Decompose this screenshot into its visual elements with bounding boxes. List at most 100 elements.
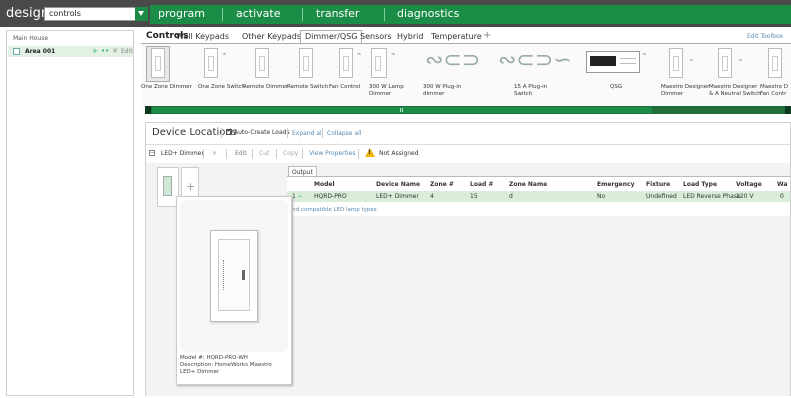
divider [358,149,359,159]
add-icon[interactable]: + [92,47,98,55]
controls-tabs: Controls Wall Keypads Other Keypads Dimm… [141,30,791,44]
top-bar: design controls program activate transfe… [0,0,791,27]
cell-load[interactable]: 15 [470,193,478,200]
scroll-left-arrow[interactable] [145,106,151,114]
tab-wall-keypads[interactable]: Wall Keypads [172,31,233,43]
collapse-all-link[interactable]: Collapse all [327,130,361,137]
delete-button[interactable]: ✕ [212,150,217,157]
tab-other-keypads[interactable]: Other Keypads [238,31,305,43]
dimmer-icon [255,48,269,78]
nav-divider [384,8,385,21]
tool-remote-dimmer[interactable]: Remote Dimmer [241,44,288,110]
dimmer-icon [151,48,165,78]
wireless-icon: ⌁ [391,50,396,58]
delete-icon[interactable]: ✕ [112,47,118,55]
column-header: Device Name [376,181,421,188]
warning-mark: ! [368,149,371,156]
cell-model: HQRD-PRO [314,193,347,200]
edit-button[interactable]: Edit [235,150,247,157]
cell-zone-name[interactable]: d [509,193,513,200]
device-type-label: LED+ Dimmer [161,150,204,157]
area-node-icon [13,48,20,55]
nav-program[interactable]: program [158,7,205,21]
tool-plugin-dimmer[interactable]: ∾⊂⊃ 300 W Plug-in dimmer [421,44,491,110]
fan-control-icon [339,48,353,78]
collapse-icon[interactable]: − [149,150,155,156]
cell-load-type[interactable]: LED Reverse Phase [683,193,741,200]
column-header: Model [314,181,335,188]
edit-toolbox-link[interactable]: Edit Toolbox [747,33,783,40]
tab-temperature[interactable]: Temperature [427,31,486,43]
tab-hybrid[interactable]: Hybrid [393,31,427,43]
tab-dimmer-qsg[interactable]: Dimmer/QSG [300,30,363,44]
row-index: 1 [292,193,296,200]
nav-activate[interactable]: activate [236,7,281,21]
divider [146,144,790,145]
tool-label: Remote Switch [287,84,329,90]
table-row[interactable]: 1 ⌁ HQRD-PRO LED+ Dimmer 4 15 d No Undef… [287,191,790,202]
divider [252,149,253,159]
tool-remote-switch[interactable]: Remote Switch [287,44,329,110]
tool-label: 300 W Plug-in dimmer [423,84,462,97]
tool-label: 300 W Lamp Dimmer [369,84,404,97]
column-header: Load # [470,181,494,188]
tool-plugin-switch[interactable]: ∾⊂⊃∽ 15 A Plug-in Switch [496,44,576,110]
cell-fixture[interactable]: Undefined [646,193,677,200]
tool-fan-control[interactable]: ⌁ Fan Control [327,44,367,110]
tool-label: Maestro D Fan Contr [760,84,789,97]
divider [287,128,288,138]
tool-one-zone-switch[interactable]: ⌁ One Zone Switch [196,44,245,110]
copy-button[interactable]: Copy [283,150,298,157]
column-header: Zone # [430,181,454,188]
dimmer-icon [669,48,683,78]
add-sub-icon[interactable]: •• [101,47,109,55]
auto-create-checkbox[interactable]: Auto-Create Loads [226,127,290,136]
nav-divider [302,8,303,21]
tool-maestro-fan[interactable]: Maestro D Fan Contr [758,44,791,110]
mode-select[interactable]: controls [44,7,148,21]
edit-link[interactable]: Edit [121,48,133,55]
cell-device-name[interactable]: LED+ Dimmer [376,193,419,200]
tool-one-zone-dimmer[interactable]: One Zone Dimmer [141,44,193,110]
cell-voltage[interactable]: 120 V [736,193,753,200]
add-tab-button[interactable]: + [483,30,491,41]
tool-lamp-dimmer[interactable]: ⌁ 300 W Lamp Dimmer [365,44,419,110]
cell-emergency[interactable]: No [597,193,605,200]
lamp-dimmer-icon [371,48,387,78]
column-header: Wa [777,181,788,188]
link-icon: ⌁ [298,193,302,200]
cell-wattage[interactable]: 0 [780,193,784,200]
tree-item-area[interactable]: Area 001 + •• ✕ Edit [8,46,133,57]
chevron-down-icon[interactable] [135,7,148,21]
scroll-thumb[interactable] [152,107,652,113]
device-locations-title: Device Locations [152,127,237,138]
view-properties-button[interactable]: View Properties [309,150,355,157]
column-header: Voltage [736,181,762,188]
toolbox-scrollbar[interactable] [145,106,791,114]
tree-root[interactable]: Main House [13,35,48,42]
tree-item-label: Area 001 [25,48,56,55]
mode-label: design [6,6,50,21]
main-area: Controls Wall Keypads Other Keypads Dimm… [141,30,791,396]
not-assigned-label: Not Assigned [379,150,419,157]
column-header: Zone Name [509,181,548,188]
tool-maestro-dimmer[interactable]: ⌁ Maestro Designer Dimmer [657,44,709,110]
cell-zone[interactable]: 4 [430,193,434,200]
nav-transfer[interactable]: transfer [316,7,359,21]
expand-all-link[interactable]: Expand all [292,130,323,137]
tab-sensors[interactable]: Sensors [356,31,396,43]
device-locations-panel: Device Locations Auto-Create Loads Expan… [145,122,791,396]
cut-button[interactable]: Cut [259,150,269,157]
nav-diagnostics[interactable]: diagnostics [397,7,459,21]
plugin-dimmer-icon: ∾⊂⊃ [425,48,481,73]
column-header: Fixture [646,181,671,188]
scroll-right-arrow[interactable] [785,106,791,114]
divider [226,149,227,159]
tool-maestro-switch[interactable]: ⌁ Maestro Designer & A Neutral Switch [708,44,761,110]
compatible-lamps-link[interactable]: Find compatible LED lamp types [288,207,377,213]
switch-icon [718,48,732,78]
plus-icon: + [186,180,196,193]
tool-qsg[interactable]: ⌁ QSG [584,44,652,110]
checkbox-icon[interactable] [226,127,232,135]
tool-label: One Zone Dimmer [141,84,192,90]
